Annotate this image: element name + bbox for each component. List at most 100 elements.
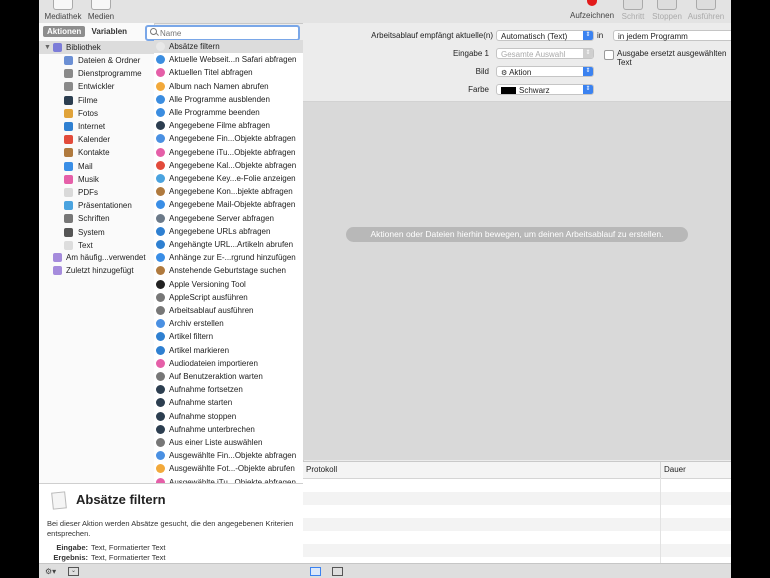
sidebar-item[interactable]: PDFs (39, 186, 154, 199)
step-button[interactable]: Schritt (618, 0, 648, 21)
search-input[interactable] (160, 27, 292, 39)
action-item[interactable]: Alle Programme ausblenden (154, 93, 303, 106)
action-item[interactable]: Anstehende Geburtstage suchen (154, 264, 303, 277)
action-item[interactable]: Auf Benutzeraktion warten (154, 370, 303, 383)
sidebar-item[interactable]: Text (39, 239, 154, 252)
replace-output-label: Ausgabe ersetzt ausgewählten Text (617, 49, 727, 67)
action-item[interactable]: Arbeitsablauf ausführen (154, 304, 303, 317)
image-label: Bild (475, 67, 489, 76)
library-toggle-button[interactable]: Mediathek (44, 0, 82, 21)
action-item[interactable]: Album nach Namen abrufen (154, 80, 303, 93)
action-item[interactable]: Angegebene Kal...Objekte abfragen (154, 159, 303, 172)
action-item[interactable]: Aktuellen Titel abfragen (154, 66, 303, 79)
action-item[interactable]: Aufnahme starten (154, 396, 303, 409)
action-icon (156, 68, 165, 78)
action-item[interactable]: Anhänge zur E-...rgrund hinzufügen (154, 251, 303, 264)
action-item[interactable]: Angegebene Mail-Objekte abfragen (154, 198, 303, 211)
color-popup[interactable]: Schwarz ⇕ (496, 84, 594, 95)
record-button[interactable]: Aufzeichnen (568, 0, 616, 20)
tab-actions[interactable]: Aktionen (43, 26, 86, 37)
replace-output-checkbox[interactable] (604, 50, 614, 60)
action-icon (156, 253, 165, 263)
tab-variables[interactable]: Variablen (87, 26, 131, 37)
action-item[interactable]: Ausgewählte Fot...-Objekte abrufen (154, 462, 303, 475)
smart-group-item[interactable]: Zuletzt hinzugefügt (39, 264, 154, 277)
log-row (303, 518, 731, 531)
category-icon (64, 174, 73, 184)
sidebar-item[interactable]: Dateien & Ordner (39, 54, 154, 67)
action-item[interactable]: Ausgewählte iTu...Objekte abfragen (154, 476, 303, 483)
description-input: Eingabe: Text, Formatierter Text (56, 543, 166, 552)
log-table: Protokoll Dauer (303, 461, 731, 564)
action-item[interactable]: Absätze filtern (154, 40, 303, 53)
run-button[interactable]: Ausführen (686, 0, 726, 21)
category-icon (64, 214, 73, 224)
library-root[interactable]: ▼ Bibliothek (39, 41, 154, 54)
action-item[interactable]: Archiv erstellen (154, 317, 303, 330)
library-tabs: Aktionen Variablen (43, 26, 131, 37)
sidebar-item[interactable]: Entwickler (39, 80, 154, 93)
stop-button[interactable]: Stoppen (650, 0, 684, 21)
action-item[interactable]: Aktuelle Webseit...n Safari abfragen (154, 53, 303, 66)
popup-arrows-icon: ⇕ (583, 85, 593, 94)
popup-arrows-icon: ⇕ (583, 31, 593, 40)
log-column-duration[interactable]: Dauer (664, 465, 686, 474)
variables-view-icon[interactable] (332, 567, 343, 576)
input-popup[interactable]: Gesamte Auswahl ⇕ (496, 48, 594, 59)
sidebar-item[interactable]: Internet (39, 120, 154, 133)
action-item[interactable]: Angegebene Fin...Objekte abfragen (154, 132, 303, 145)
action-item[interactable]: Aufnahme stoppen (154, 410, 303, 423)
sidebar-item[interactable]: Filme (39, 94, 154, 107)
action-icon (156, 55, 165, 65)
action-icon (156, 411, 165, 421)
media-button[interactable]: Medien (86, 0, 116, 21)
record-icon (587, 0, 597, 6)
action-item[interactable]: Angegebene Kon...bjekte abfragen (154, 185, 303, 198)
action-item[interactable]: Angegebene URLs abfragen (154, 225, 303, 238)
sidebar-item[interactable]: Mail (39, 160, 154, 173)
action-item[interactable]: Aufnahme unterbrechen (154, 423, 303, 436)
smart-group-item[interactable]: Am häufig...verwendet (39, 251, 154, 264)
sidebar-item[interactable]: Fotos (39, 107, 154, 120)
action-item[interactable]: Artikel filtern (154, 330, 303, 343)
action-item[interactable]: Alle Programme beenden (154, 106, 303, 119)
category-icon (64, 69, 73, 79)
action-item[interactable]: Ausgewählte Fin...Objekte abfragen (154, 449, 303, 462)
action-item[interactable]: Audiodateien importieren (154, 357, 303, 370)
description-title: Absätze filtern (76, 492, 166, 507)
action-item[interactable]: Angegebene Filme abfragen (154, 119, 303, 132)
sidebar-item[interactable]: System (39, 226, 154, 239)
log-view-icon[interactable] (310, 567, 321, 576)
gear-icon[interactable]: ⚙▾ (45, 567, 56, 576)
category-icon (64, 148, 73, 158)
action-item[interactable]: Apple Versioning Tool (154, 278, 303, 291)
action-item[interactable]: Angegebene Key...e-Folie anzeigen (154, 172, 303, 185)
sidebar-item[interactable]: Kontakte (39, 146, 154, 159)
sidebar-item[interactable]: Schriften (39, 212, 154, 225)
sidebar-item[interactable]: Präsentationen (39, 199, 154, 212)
description-toggle-icon[interactable]: ⌄ (68, 567, 79, 576)
sidebar-item[interactable]: Musik (39, 173, 154, 186)
action-item[interactable]: Artikel markieren (154, 344, 303, 357)
category-icon (64, 108, 73, 118)
log-column-protocol[interactable]: Protokoll (306, 465, 337, 474)
sidebar-item[interactable]: Dienstprogramme (39, 67, 154, 80)
program-popup[interactable]: in jedem Programm ⇕ (613, 30, 731, 41)
action-item[interactable]: Angegebene Server abfragen (154, 212, 303, 225)
action-icon (156, 240, 165, 249)
image-popup[interactable]: ⚙ Aktion ⇕ (496, 66, 594, 77)
action-icon (156, 424, 165, 434)
action-item[interactable]: AppleScript ausführen (154, 291, 303, 304)
action-item[interactable]: Aus einer Liste auswählen (154, 436, 303, 449)
sidebar-item[interactable]: Kalender (39, 133, 154, 146)
action-item[interactable]: Angegebene iTu...Objekte abfragen (154, 146, 303, 159)
action-item[interactable]: Aufnahme fortsetzen (154, 383, 303, 396)
workflow-canvas[interactable]: Aktionen oder Dateien hierhin bewegen, u… (303, 102, 731, 460)
action-item[interactable]: Angehängte URL...Artikeln abrufen (154, 238, 303, 251)
disclosure-triangle-icon[interactable]: ▼ (44, 41, 51, 54)
receives-popup[interactable]: Automatisch (Text) ⇕ (496, 30, 594, 41)
category-icon (64, 122, 73, 131)
column-divider[interactable] (660, 462, 661, 478)
action-icon (156, 306, 165, 315)
search-field[interactable] (145, 25, 300, 41)
